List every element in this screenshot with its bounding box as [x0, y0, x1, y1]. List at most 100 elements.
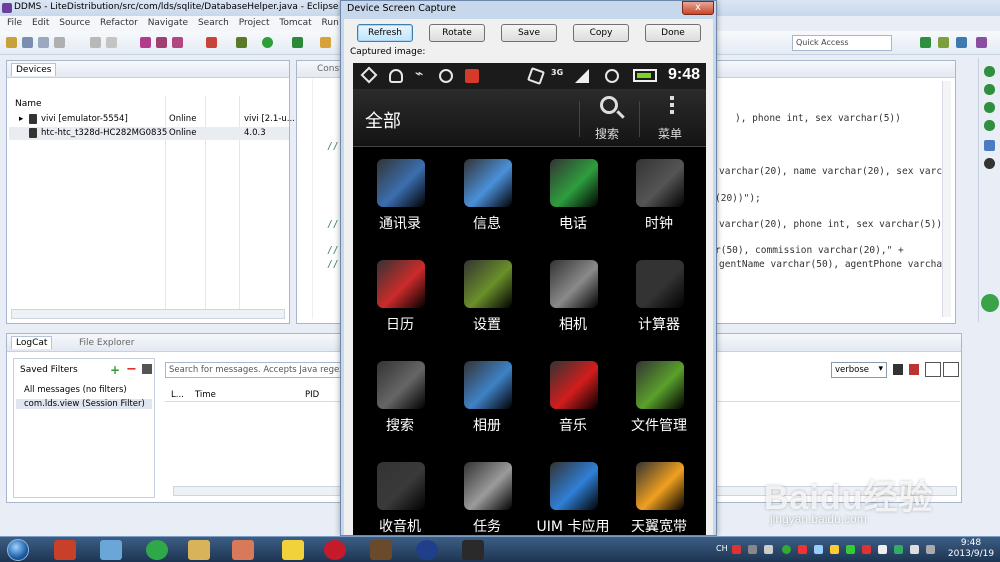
toolbar-tool-icon[interactable]: [106, 37, 117, 48]
logcat-search-input[interactable]: Search for messages. Accepts Java regex: [165, 362, 357, 378]
close-button[interactable]: x: [682, 1, 714, 15]
save-button[interactable]: Save: [501, 24, 557, 42]
menu-action-label[interactable]: 菜单: [658, 125, 682, 142]
app-launcher-item[interactable]: 信息: [443, 149, 531, 249]
menu-run[interactable]: Run: [322, 18, 339, 28]
battery-icon[interactable]: [984, 66, 995, 77]
tray-icon[interactable]: [846, 545, 855, 554]
app-launcher-item[interactable]: 音乐: [529, 351, 617, 451]
app-launcher-item[interactable]: 时钟: [615, 149, 703, 249]
tray-icon[interactable]: [748, 545, 757, 554]
app-launcher-item[interactable]: 相册: [443, 351, 531, 451]
network-icon[interactable]: [926, 545, 935, 554]
edit-filter-icon[interactable]: [142, 364, 152, 374]
taskbar-help-icon[interactable]: [282, 540, 304, 560]
app-launcher-item[interactable]: 天翼宽带: [615, 452, 703, 535]
taskbar-explorer-icon[interactable]: [188, 540, 210, 560]
save-all-icon[interactable]: [38, 37, 49, 48]
refresh-button[interactable]: Refresh: [357, 24, 413, 42]
tray-icon[interactable]: [732, 545, 741, 554]
menu-refactor[interactable]: Refactor: [100, 18, 138, 28]
app-launcher-item[interactable]: 相机: [529, 250, 617, 350]
device-row[interactable]: htc-htc_t328d-HC282MG0835 Online 4.0.3: [9, 127, 289, 140]
search-action-label[interactable]: 搜索: [595, 125, 619, 142]
menu-navigate[interactable]: Navigate: [148, 18, 188, 28]
remove-filter-icon[interactable]: −: [126, 362, 137, 377]
app-launcher-item[interactable]: 日历: [356, 250, 444, 350]
devices-horizontal-scrollbar[interactable]: [11, 309, 285, 319]
app-launcher-item[interactable]: 收音机: [356, 452, 444, 535]
tray-icon[interactable]: [798, 545, 807, 554]
save-icon[interactable]: [22, 37, 33, 48]
input-language[interactable]: CH: [716, 544, 728, 553]
tray-icon[interactable]: [878, 545, 887, 554]
tray-icon[interactable]: [862, 545, 871, 554]
column-level[interactable]: L...: [171, 390, 184, 400]
print-icon[interactable]: [54, 37, 65, 48]
ddms-icon[interactable]: [172, 37, 183, 48]
filter-item-selected[interactable]: com.lds.view (Session Filter): [16, 399, 152, 409]
perspective-other-icon[interactable]: [976, 37, 987, 48]
perspective-java-icon[interactable]: [920, 37, 931, 48]
column-time[interactable]: Time: [195, 390, 216, 400]
menu-tomcat[interactable]: Tomcat: [279, 18, 311, 28]
save-log-icon[interactable]: [893, 364, 903, 375]
taskbar-app-icon[interactable]: [100, 540, 122, 560]
display-mode-icon[interactable]: [925, 362, 941, 377]
taskbar-app-icon[interactable]: [54, 540, 76, 560]
app-launcher-item[interactable]: 设置: [443, 250, 531, 350]
tray-icon[interactable]: [782, 545, 791, 554]
app-launcher-item[interactable]: UIM 卡应用: [529, 452, 617, 535]
taskbar-player-icon[interactable]: [324, 540, 346, 560]
new-icon[interactable]: [6, 37, 17, 48]
perspective-debug-icon[interactable]: [956, 37, 967, 48]
app-launcher-item[interactable]: 通讯录: [356, 149, 444, 249]
perspective-ddms-icon[interactable]: [938, 37, 949, 48]
tray-icon[interactable]: [830, 545, 839, 554]
column-pid[interactable]: PID: [305, 390, 319, 400]
ddms-icon[interactable]: [156, 37, 167, 48]
copy-button[interactable]: Copy: [573, 24, 629, 42]
scroll-lock-icon[interactable]: [943, 362, 959, 377]
app-launcher-item[interactable]: 文件管理: [615, 351, 703, 451]
menu-project[interactable]: Project: [239, 18, 270, 28]
start-button[interactable]: [4, 537, 34, 562]
editor-tab[interactable]: Const: [317, 64, 343, 74]
filter-item[interactable]: All messages (no filters): [24, 385, 127, 395]
external-tools-icon[interactable]: [292, 37, 303, 48]
app-launcher-item[interactable]: 计算器: [615, 250, 703, 350]
android-sdk-icon[interactable]: [206, 37, 217, 48]
network-icon[interactable]: [984, 140, 995, 151]
battery-icon[interactable]: [984, 84, 995, 95]
add-filter-icon[interactable]: +: [110, 363, 120, 377]
editor-vertical-scrollbar[interactable]: [942, 81, 951, 317]
run-icon[interactable]: [262, 37, 273, 48]
debug-icon[interactable]: [236, 37, 247, 48]
run-icon[interactable]: [981, 294, 999, 312]
volume-icon[interactable]: [910, 545, 919, 554]
taskbar-app-icon[interactable]: [370, 540, 392, 560]
app-launcher-item[interactable]: 搜索: [356, 351, 444, 451]
done-button[interactable]: Done: [645, 24, 701, 42]
clear-log-icon[interactable]: [909, 364, 919, 375]
battery-icon[interactable]: [984, 102, 995, 113]
taskbar-app-icon[interactable]: [232, 540, 254, 560]
log-level-select[interactable]: verbose: [831, 362, 887, 378]
devices-column-name[interactable]: Name: [15, 99, 42, 109]
record-icon[interactable]: [984, 158, 995, 169]
app-launcher-item[interactable]: 任务: [443, 452, 531, 535]
quick-access-input[interactable]: Quick Access: [792, 35, 892, 51]
taskbar-android-icon[interactable]: [462, 540, 484, 560]
menu-file[interactable]: File: [7, 18, 22, 28]
toolbar-tool-icon[interactable]: [90, 37, 101, 48]
taskbar-eclipse-icon[interactable]: [416, 540, 438, 560]
open-folder-icon[interactable]: [320, 37, 331, 48]
taskbar-clock[interactable]: 9:48 2013/9/19: [947, 538, 995, 560]
tab-file-explorer[interactable]: File Explorer: [79, 338, 134, 348]
tab-logcat[interactable]: LogCat: [11, 336, 53, 349]
device-row[interactable]: ▸ vivi [emulator-5554] Online vivi [2.1-…: [9, 113, 295, 126]
rotate-button[interactable]: Rotate: [429, 24, 485, 42]
overflow-menu-icon[interactable]: [670, 96, 674, 117]
taskbar-browser-icon[interactable]: [146, 540, 168, 560]
tray-icon[interactable]: [894, 545, 903, 554]
